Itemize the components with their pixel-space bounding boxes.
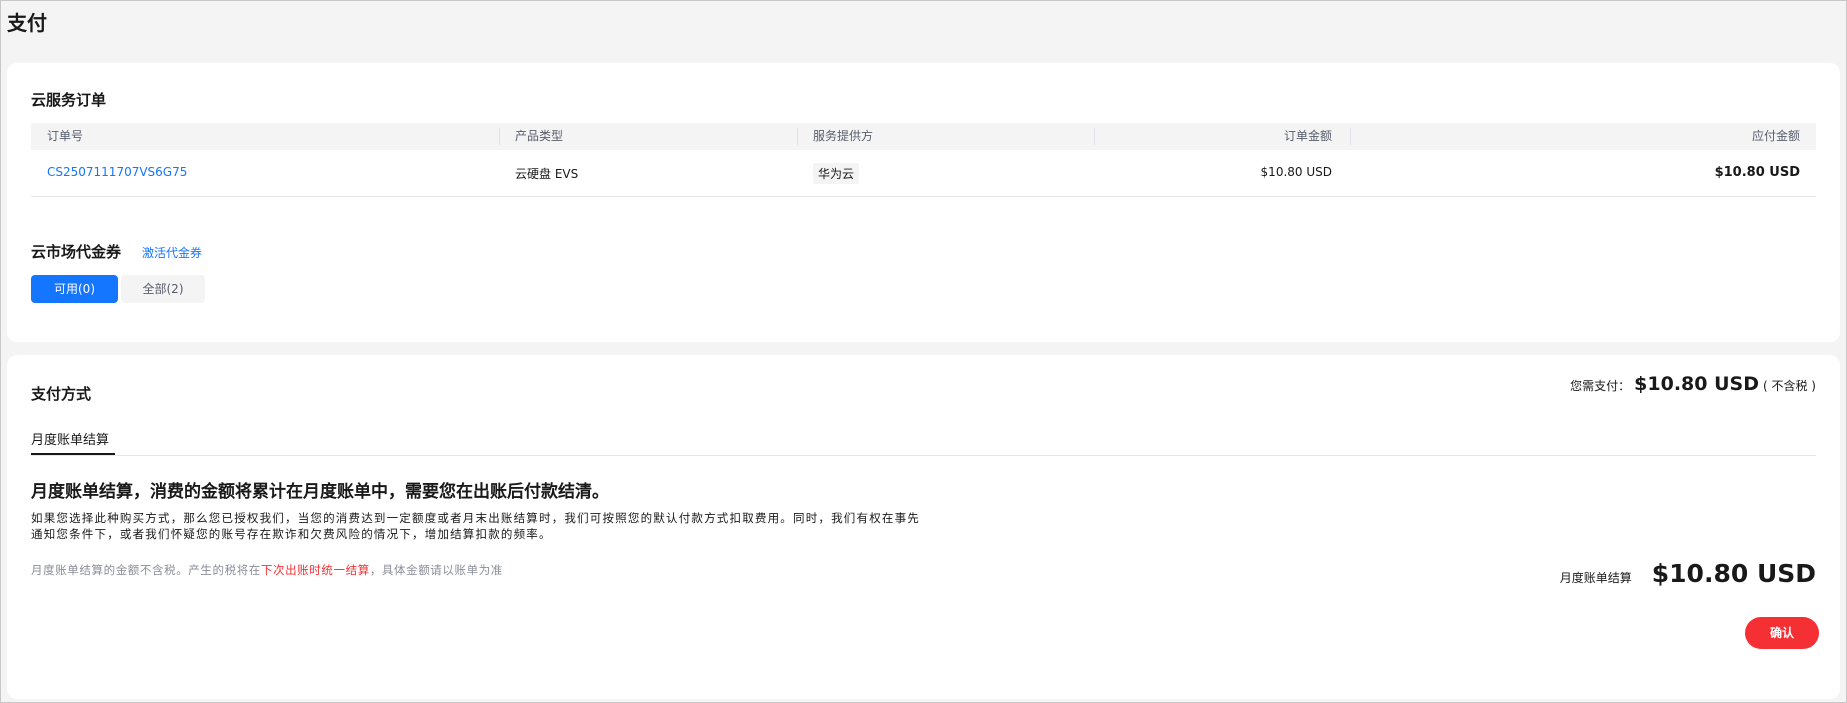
tab-divider xyxy=(31,455,1816,456)
col-order-no: 订单号 xyxy=(47,129,84,143)
tax-notice-a: 月度账单结算的金额不含税。产生的税将在 xyxy=(31,563,261,577)
page-title: 支付 xyxy=(7,11,47,35)
order-section-title: 云服务订单 xyxy=(31,91,107,109)
tax-notice: 月度账单结算的金额不含税。产生的税将在下次出账时统一结算，具体金额请以账单为准 xyxy=(31,562,503,578)
summary: 月度账单结算 $10.80 USD xyxy=(1560,559,1816,588)
need-pay-label: 您需支付： xyxy=(1570,379,1631,393)
product-type: 云硬盘 EVS xyxy=(515,167,579,181)
summary-label: 月度账单结算 xyxy=(1559,571,1632,585)
payable-amount: $10.80 USD xyxy=(1714,165,1800,180)
coupon-title: 云市场代金券 xyxy=(31,243,122,261)
order-no-link[interactable]: CS2507111707VS6G75 xyxy=(47,165,187,179)
tab-all[interactable]: 全部(2) xyxy=(121,275,205,303)
col-product: 产品类型 xyxy=(515,129,564,143)
billing-desc-1: 如果您选择此种购买方式，那么您已授权我们，当您的消费达到一定额度或者月末出账结算… xyxy=(31,511,920,525)
col-amount: 订单金额 xyxy=(1283,129,1332,143)
provider-tag: 华为云 xyxy=(813,163,860,184)
need-pay: 您需支付： $10.80 USD ( 不含税 ) xyxy=(1570,373,1816,395)
need-pay-amount: $10.80 USD xyxy=(1634,373,1759,395)
payment-title: 支付方式 xyxy=(31,385,92,403)
tab-monthly-billing[interactable]: 月度账单结算 xyxy=(31,429,109,448)
tax-note: ( 不含税 ) xyxy=(1763,379,1816,393)
tax-notice-c: ，具体金额请以账单为准 xyxy=(369,563,503,577)
billing-headline: 月度账单结算，消费的金额将累计在月度账单中，需要您在出账后付款结清。 xyxy=(31,482,609,502)
order-amount: $10.80 USD xyxy=(1260,165,1332,179)
tax-notice-highlight: 下次出账时统一结算 xyxy=(260,563,370,577)
tab-available[interactable]: 可用(0) xyxy=(31,275,118,303)
activate-coupon-link[interactable]: 激活代金券 xyxy=(142,244,202,261)
order-table-header xyxy=(31,123,1816,150)
summary-amount: $10.80 USD xyxy=(1651,559,1816,588)
order-card xyxy=(7,63,1840,342)
billing-desc-2: 通知您条件下，或者我们怀疑您的账号存在欺诈和欠费风险的情况下，增加结算扣款的频率… xyxy=(31,527,552,541)
confirm-button[interactable]: 确认 xyxy=(1745,617,1819,649)
col-provider: 服务提供方 xyxy=(813,129,874,143)
col-payable: 应付金额 xyxy=(1751,129,1800,143)
row-divider xyxy=(31,196,1816,197)
